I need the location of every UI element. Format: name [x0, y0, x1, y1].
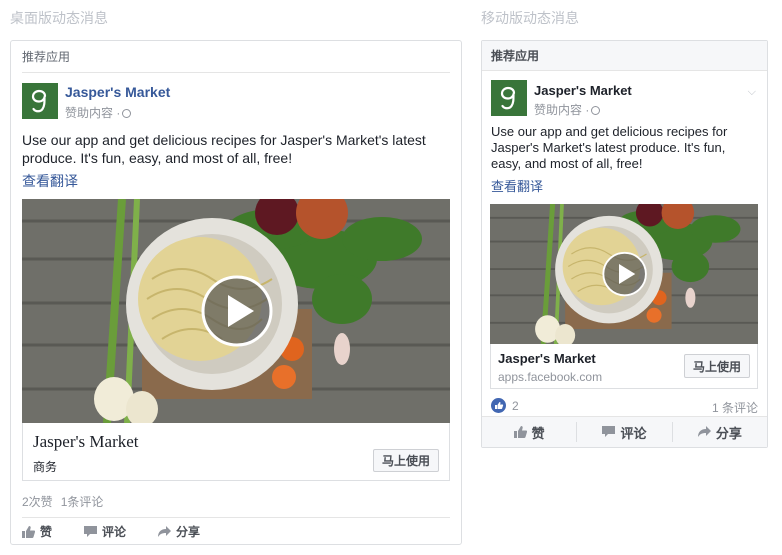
play-icon	[602, 251, 647, 297]
footer-category: 商务	[33, 460, 58, 474]
comment-icon	[84, 525, 98, 537]
play-icon	[201, 275, 273, 347]
desktop-section-title: 桌面版动态消息	[10, 10, 108, 26]
comment-icon	[602, 426, 616, 437]
see-translation-link[interactable]: 查看翻译	[22, 171, 450, 191]
action-bar: 赞 评论 分享	[482, 416, 767, 447]
globe-icon	[122, 109, 132, 118]
comment-button[interactable]: 评论	[577, 422, 673, 442]
jaspers-market-logo[interactable]	[22, 83, 58, 119]
sponsored-label: 赞助内容 ·	[534, 101, 601, 118]
like-button[interactable]: 赞	[22, 523, 52, 540]
thumbs-up-icon	[491, 398, 506, 413]
page-row: Jasper's Market 赞助内容 · ⌵	[491, 80, 758, 124]
link-footer[interactable]: Jasper's Market 商务 马上使用	[22, 423, 450, 481]
comment-button[interactable]: 评论	[84, 523, 126, 540]
card-header: 推荐应用	[482, 41, 767, 71]
page-name-link[interactable]: Jasper's Market	[534, 83, 632, 98]
post-text: Use our app and get delicious recipes fo…	[491, 124, 728, 171]
thumbs-up-icon	[22, 525, 35, 538]
video-thumbnail[interactable]	[490, 204, 758, 344]
like-count[interactable]: 2次赞	[22, 495, 53, 509]
see-translation-link[interactable]: 查看翻译	[491, 176, 758, 195]
comment-count[interactable]: 1 条评论	[712, 399, 758, 416]
comment-count[interactable]: 1条评论	[61, 495, 104, 509]
footer-app-name: Jasper's Market	[498, 351, 596, 366]
like-count[interactable]: 2	[512, 399, 519, 413]
page-row: Jasper's Market 赞助内容 ·	[22, 83, 450, 131]
link-footer[interactable]: Jasper's Market apps.facebook.com 马上使用	[490, 344, 758, 389]
desktop-ad-card: 推荐应用 Jasper's Market 赞助内容 · Use our app …	[10, 40, 462, 545]
globe-icon	[591, 106, 601, 115]
mobile-ad-card: 推荐应用 Jasper's Market 赞助内容 · ⌵ Use our ap…	[481, 40, 768, 448]
use-now-button[interactable]: 马上使用	[373, 449, 439, 472]
sponsored-label: 赞助内容 ·	[65, 104, 132, 121]
use-now-button[interactable]: 马上使用	[684, 354, 750, 378]
share-icon	[158, 525, 172, 537]
chevron-down-icon[interactable]: ⌵	[748, 86, 756, 99]
video-thumbnail[interactable]	[22, 199, 450, 423]
footer-app-name: Jasper's Market	[33, 432, 139, 451]
share-button[interactable]: 分享	[673, 422, 767, 442]
engagement-stats: 2 1 条评论	[491, 397, 758, 415]
card-header: 推荐应用	[22, 41, 450, 73]
action-bar: 赞 评论 分享	[22, 517, 450, 545]
mobile-section-title: 移动版动态消息	[481, 10, 579, 26]
engagement-stats: 2次赞 1条评论	[22, 493, 111, 510]
like-button[interactable]: 赞	[482, 422, 578, 442]
share-button[interactable]: 分享	[158, 523, 200, 540]
jaspers-market-logo[interactable]	[491, 80, 527, 116]
page-name-link[interactable]: Jasper's Market	[65, 84, 170, 100]
footer-url: apps.facebook.com	[498, 370, 603, 384]
share-icon	[697, 426, 711, 437]
post-text: Use our app and get delicious recipes fo…	[22, 132, 426, 166]
thumbs-up-icon	[513, 426, 527, 438]
